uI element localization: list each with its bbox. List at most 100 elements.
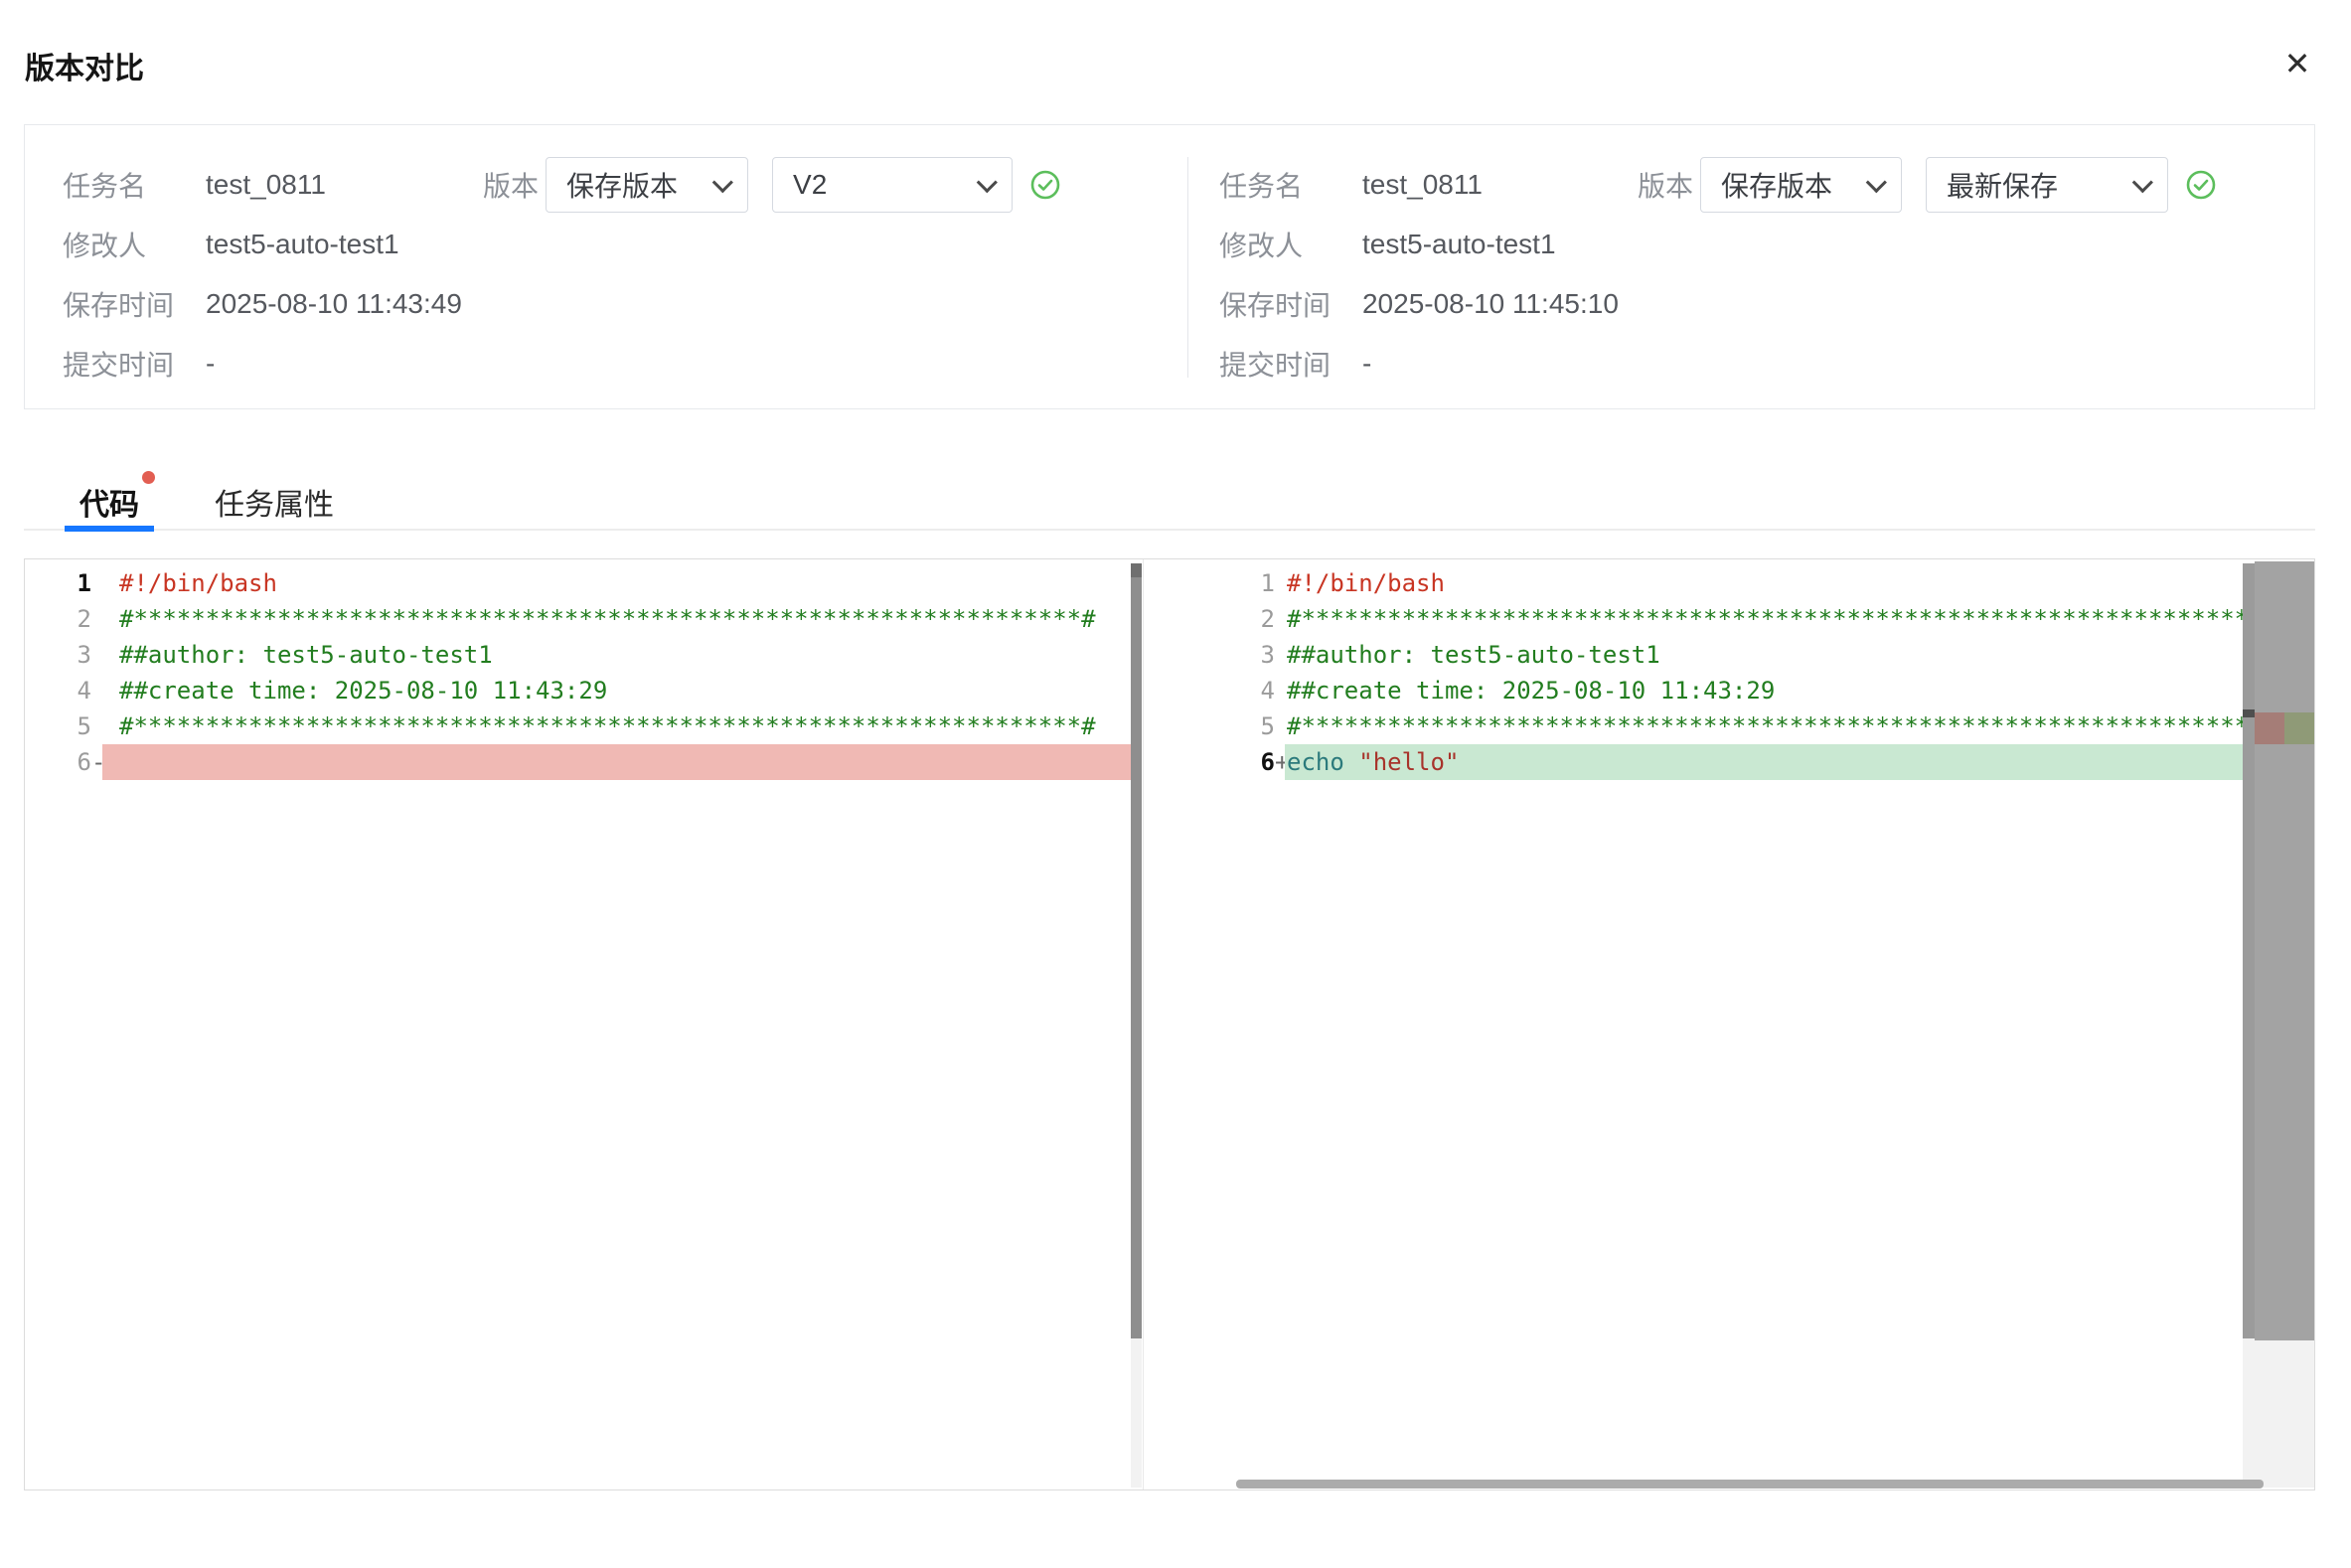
minimap-deleted-marker [2255,712,2284,744]
line-number: 1 [25,565,91,601]
line-number: 2 [25,601,91,637]
code-diff-container: 1 #!/bin/bash 2 #**************************… [24,558,2315,1490]
code-text [102,744,1131,780]
code-text: #!/bin/bash [1285,565,2243,601]
info-row: 保存时间 2025-08-10 11:43:49 [63,274,1186,334]
code-text: ##create time: 2025-08-10 11:43:29 [102,673,1131,708]
left-pane-scrollbar-track[interactable] [1131,1338,1142,1488]
right-pane-vertical-scrollbar[interactable] [2243,563,2255,1338]
version-label: 版本 [1638,165,1693,205]
modifier-value: test5-auto-test1 [206,229,399,260]
minimap-added-marker [2284,712,2314,744]
diff-marker [1275,601,1285,637]
select-value: V2 [793,169,959,201]
code-text: ##author: test5-auto-test1 [1285,637,2243,673]
diff-marker [91,637,102,673]
tab-bar: 代码 任务属性 [24,475,2315,531]
save-time-label: 保存时间 [63,284,206,324]
success-check-icon [2186,170,2216,200]
task-name-value: test_0811 [206,169,483,201]
version-compare-dialog: 版本对比 ✕ 任务名 test_0811 版本 保存版本 V2 [0,0,2351,1568]
line-number: 2 [1144,601,1275,637]
save-time-label: 保存时间 [1219,284,1362,324]
diff-marker [91,708,102,744]
select-value: 最新保存 [1947,165,2115,205]
info-row: 保存时间 2025-08-10 11:45:10 [1219,274,2314,334]
task-name-value: test_0811 [1362,169,1638,201]
code-line: 2 #**************************************… [1144,601,2315,637]
page-title: 版本对比 [25,44,144,87]
left-pane-scrollbar-cap [1131,563,1142,577]
code-text: ##author: test5-auto-test1 [102,637,1131,673]
modifier-value: test5-auto-test1 [1362,229,1556,260]
code-line: 1 #!/bin/bash [1144,565,2315,601]
code-text: echo "hello" [1285,744,2243,780]
code-text: #***************************************… [1285,708,2243,744]
active-tab-underline [65,526,154,532]
save-time-value: 2025-08-10 11:43:49 [206,288,462,320]
code-line: 6+echo "hello" [1144,744,2315,780]
select-value: 保存版本 [566,165,695,205]
info-row: 提交时间 - [1219,334,2314,393]
code-line: 1 #!/bin/bash [25,565,1131,601]
save-time-value: 2025-08-10 11:45:10 [1362,288,1619,320]
left-version-type-select[interactable]: 保存版本 [546,157,748,213]
code-line: 2 #**************************************… [25,601,1131,637]
close-icon[interactable]: ✕ [2275,42,2319,85]
diff-marker [1275,708,1285,744]
horizontal-scrollbar[interactable] [1236,1480,2264,1489]
chevron-down-icon [2132,172,2153,193]
modifier-label: 修改人 [63,225,206,264]
commit-time-value: - [1362,348,1371,380]
task-name-label: 任务名 [1219,165,1362,205]
diff-marker [1275,673,1285,708]
info-row: 修改人 test5-auto-test1 [1219,215,2314,274]
code-text: #***************************************… [102,601,1131,637]
line-number: 6 [1144,744,1275,780]
line-number: 6 [25,744,91,780]
line-number: 5 [1144,708,1275,744]
version-info-panel: 任务名 test_0811 版本 保存版本 V2 修改人 test5-a [24,124,2315,409]
code-line: 5 #**************************************… [1144,708,2315,744]
diff-minimap-track [2255,1340,2314,1488]
tab-code-label: 代码 [79,480,139,524]
commit-time-value: - [206,348,215,380]
diff-marker [1275,637,1285,673]
modifier-label: 修改人 [1219,225,1362,264]
info-row: 任务名 test_0811 版本 保存版本 最新保存 [1219,155,2314,215]
tab-code[interactable]: 代码 [65,474,154,530]
line-number: 1 [1144,565,1275,601]
success-check-icon [1030,170,1060,200]
diff-right-pane[interactable]: 1 #!/bin/bash 2 #**************************… [1143,559,2315,1490]
code-text: #!/bin/bash [102,565,1131,601]
info-row: 任务名 test_0811 版本 保存版本 V2 [63,155,1186,215]
line-number: 5 [25,708,91,744]
left-version-value-select[interactable]: V2 [772,157,1013,213]
right-version-value-select[interactable]: 最新保存 [1926,157,2168,213]
code-line: 5 #**************************************… [25,708,1131,744]
right-pane-scrollbar-track[interactable] [2243,1338,2255,1488]
commit-time-label: 提交时间 [1219,344,1362,384]
right-version-type-select[interactable]: 保存版本 [1700,157,1902,213]
diff-left-pane[interactable]: 1 #!/bin/bash 2 #**************************… [25,559,1131,1490]
info-row: 修改人 test5-auto-test1 [63,215,1186,274]
diff-marker [91,673,102,708]
left-pane-vertical-scrollbar[interactable] [1131,563,1142,1338]
diff-marker: + [1275,744,1285,780]
diff-minimap[interactable] [2255,561,2314,1340]
select-value: 保存版本 [1721,165,1848,205]
diff-marker [91,565,102,601]
code-text: #***************************************… [102,708,1131,744]
tab-task-attributes[interactable]: 任务属性 [200,474,349,530]
line-number: 4 [25,673,91,708]
code-line: 6- [25,744,1131,780]
chevron-down-icon [712,172,733,193]
line-number: 3 [1144,637,1275,673]
unsaved-change-dot [142,471,155,484]
diff-marker [91,601,102,637]
code-line: 4 ##create time: 2025-08-10 11:43:29 [25,673,1131,708]
code-line: 4##create time: 2025-08-10 11:43:29 [1144,673,2315,708]
code-line: 3 ##author: test5-auto-test1 [1144,637,2315,673]
diff-marker: - [91,744,102,780]
code-text: #***************************************… [1285,601,2243,637]
